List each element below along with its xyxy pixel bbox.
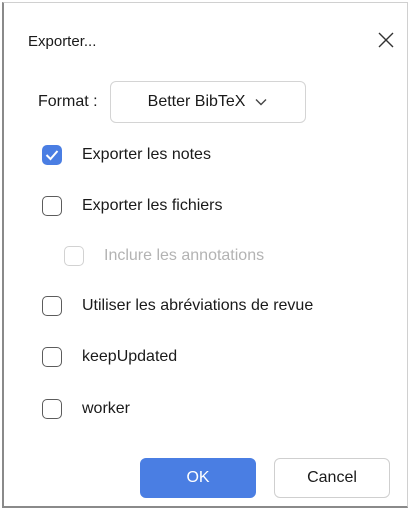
cancel-button[interactable]: Cancel bbox=[274, 458, 390, 498]
chevron-down-icon bbox=[255, 98, 267, 106]
journal-abbreviations-checkbox[interactable] bbox=[42, 296, 62, 316]
option-export-files[interactable]: Exporter les fichiers bbox=[42, 196, 223, 216]
option-keep-updated[interactable]: keepUpdated bbox=[42, 347, 177, 367]
export-notes-checkbox[interactable] bbox=[42, 145, 62, 165]
option-journal-abbreviations[interactable]: Utiliser les abréviations de revue bbox=[42, 296, 313, 316]
format-row: Format : Better BibTeX bbox=[38, 81, 306, 123]
option-label: Exporter les fichiers bbox=[82, 197, 223, 214]
keep-updated-checkbox[interactable] bbox=[42, 347, 62, 367]
option-label: Inclure les annotations bbox=[104, 247, 265, 264]
format-select[interactable]: Better BibTeX bbox=[109, 81, 306, 123]
format-label: Format : bbox=[38, 93, 98, 110]
option-include-annotations: Inclure les annotations bbox=[64, 246, 264, 266]
export-dialog: Exporter... Format : Better BibTeX Expor… bbox=[2, 2, 408, 508]
option-label: worker bbox=[82, 400, 131, 417]
option-worker[interactable]: worker bbox=[42, 399, 130, 419]
option-export-notes[interactable]: Exporter les notes bbox=[42, 145, 211, 165]
option-label: keepUpdated bbox=[82, 348, 178, 365]
format-selected-value: Better BibTeX bbox=[147, 93, 246, 110]
worker-checkbox[interactable] bbox=[42, 399, 62, 419]
checkmark-icon bbox=[45, 150, 59, 161]
ok-button[interactable]: OK bbox=[140, 458, 256, 498]
option-label: Exporter les notes bbox=[82, 146, 211, 163]
export-files-checkbox[interactable] bbox=[42, 196, 62, 216]
close-button[interactable] bbox=[371, 25, 401, 55]
option-label: Utiliser les abréviations de revue bbox=[82, 297, 314, 314]
include-annotations-checkbox bbox=[64, 246, 84, 266]
title-bar: Exporter... bbox=[4, 3, 407, 67]
close-icon bbox=[378, 32, 394, 48]
dialog-title: Exporter... bbox=[28, 33, 97, 50]
